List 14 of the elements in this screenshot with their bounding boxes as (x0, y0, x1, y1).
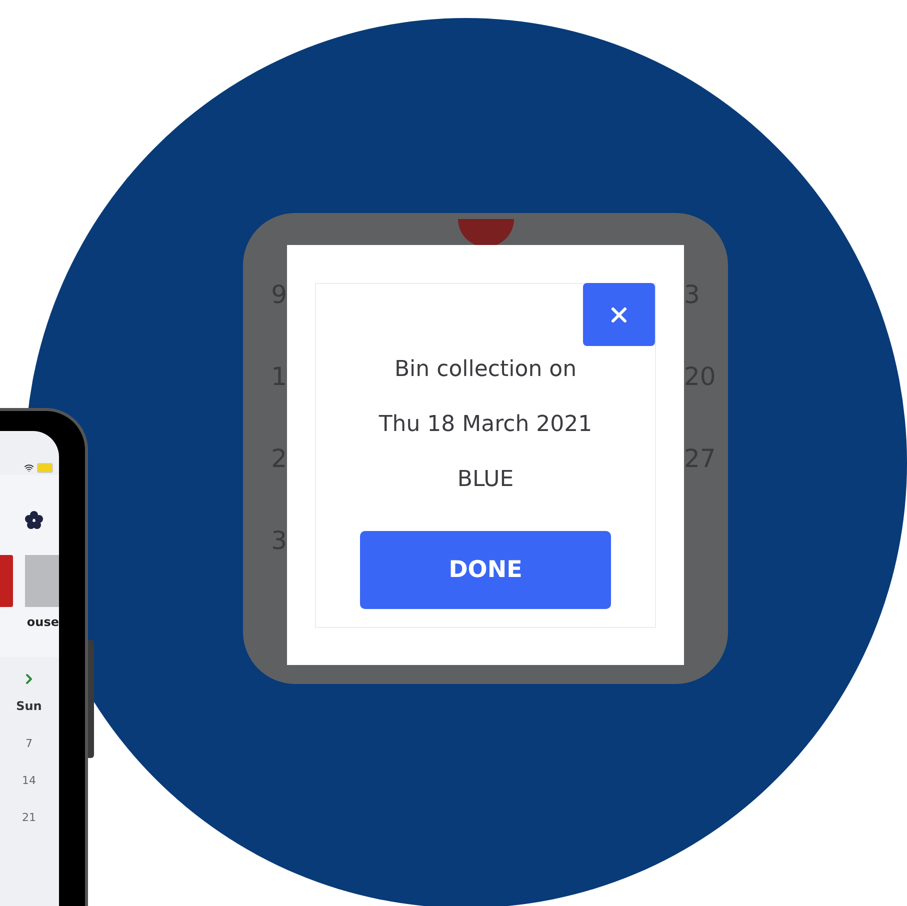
calendar-date: 21 (22, 811, 36, 824)
dialog-text: Bin collection on (394, 356, 577, 384)
dialog-text: BLUE (457, 466, 514, 494)
weekday-label: Sun (16, 699, 42, 713)
date-marker-icon (458, 219, 514, 245)
close-button[interactable] (583, 283, 655, 346)
battery-icon (37, 463, 53, 473)
done-button[interactable]: DONE (360, 531, 611, 609)
wifi-icon (24, 463, 34, 473)
flower-icon (25, 511, 43, 529)
calendar-date: 14 (22, 774, 36, 787)
dialog-text: Thu 18 March 2021 (378, 411, 592, 439)
tab-label: ouse (0, 607, 59, 657)
calendar-date: 7 (26, 737, 32, 750)
